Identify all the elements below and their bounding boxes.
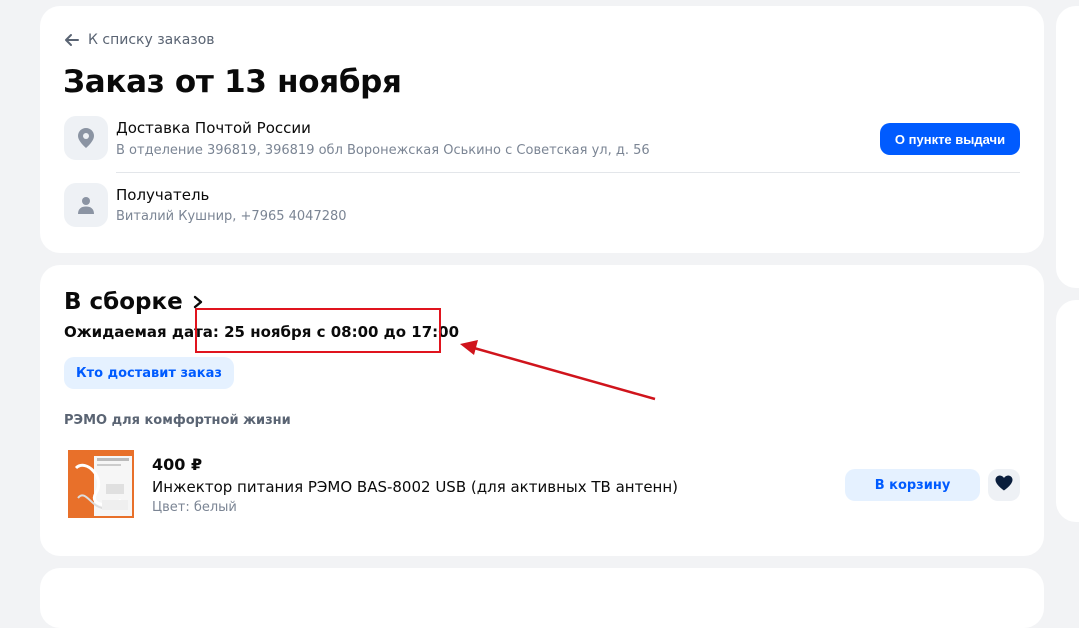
pickup-point-button[interactable]: О пункте выдачи bbox=[880, 123, 1020, 155]
recipient-title: Получатель bbox=[116, 186, 210, 204]
product-image[interactable] bbox=[66, 448, 136, 520]
location-pin-icon bbox=[64, 116, 108, 160]
add-to-cart-button[interactable]: В корзину bbox=[845, 469, 980, 501]
back-to-orders-link[interactable]: К списку заказов bbox=[64, 32, 215, 48]
divider bbox=[116, 172, 1020, 173]
shipment-status: В сборке bbox=[64, 289, 183, 315]
next-card bbox=[40, 568, 1044, 628]
delivery-address: В отделение 396819, 396819 обл Воронежск… bbox=[116, 143, 650, 158]
highlight-box bbox=[195, 308, 441, 353]
recipient-details: Виталий Кушнир, +7965 4047280 bbox=[116, 209, 347, 224]
person-icon bbox=[64, 183, 108, 227]
heart-icon bbox=[995, 475, 1013, 495]
page-title: Заказ от 13 ноября bbox=[63, 64, 402, 100]
product-name[interactable]: Инжектор питания РЭМО BAS-8002 USB (для … bbox=[152, 478, 678, 496]
arrow-left-icon bbox=[64, 33, 80, 47]
seller-name: РЭМО для комфортной жизни bbox=[64, 413, 291, 428]
who-delivers-button[interactable]: Кто доставит заказ bbox=[64, 357, 234, 389]
product-price: 400 ₽ bbox=[152, 455, 203, 474]
favorite-button[interactable] bbox=[988, 469, 1020, 501]
side-panel-top bbox=[1056, 6, 1079, 288]
shipment-status-link[interactable]: В сборке bbox=[64, 289, 203, 315]
back-link-label: К списку заказов bbox=[88, 32, 215, 48]
side-panel-bottom bbox=[1056, 300, 1079, 522]
delivery-method-title: Доставка Почтой России bbox=[116, 119, 311, 137]
product-color: Цвет: белый bbox=[152, 500, 237, 515]
